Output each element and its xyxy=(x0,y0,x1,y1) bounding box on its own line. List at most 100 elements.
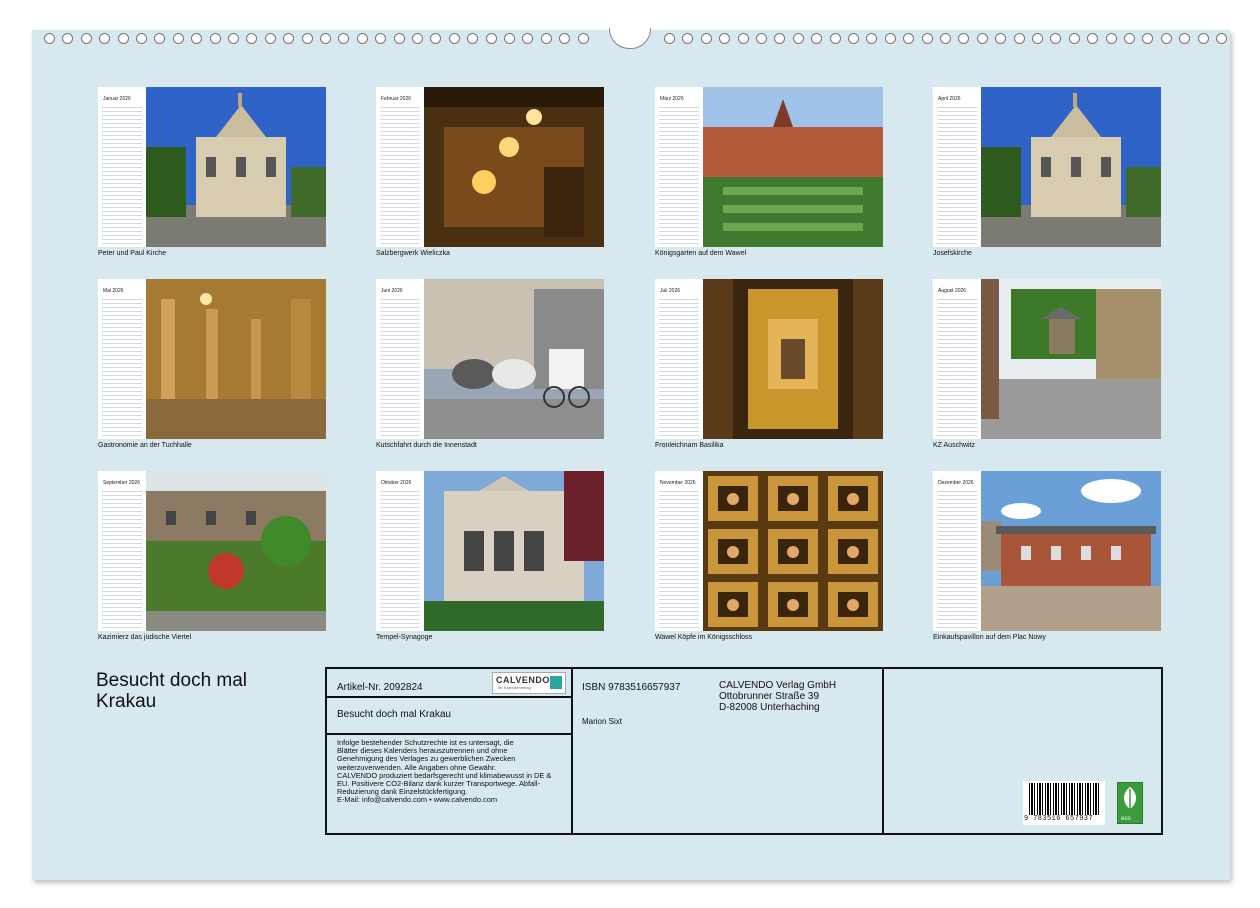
binding-hole xyxy=(467,33,479,44)
binding-hole xyxy=(884,33,896,44)
month-tile: Mai 2026 Gastronomie an der Tuchhalle xyxy=(98,279,329,454)
calendar-title: Besucht doch mal Krakau xyxy=(96,670,247,712)
month-tile: August 2026 KZ Auschwitz xyxy=(933,279,1164,454)
binding-hole xyxy=(172,33,184,44)
calendar-mark-icon xyxy=(550,676,562,689)
month-tile: Oktober 2026 Tempel-Synagoge xyxy=(376,471,607,646)
month-tile: Dezember 2026 Einkaufspavillon auf dem Pl… xyxy=(933,471,1164,646)
binding-hole xyxy=(1087,33,1099,44)
binding-hole xyxy=(338,33,350,44)
binding-hole xyxy=(700,33,712,44)
binding-hole xyxy=(1032,33,1043,44)
photo-caption: Salzbergwerk Wieliczka xyxy=(376,250,450,257)
barcode: 9 783516 657937 xyxy=(1023,781,1105,825)
binding-hole xyxy=(80,33,92,44)
month-calendar: April 2026 xyxy=(933,87,981,247)
ceiling-heads-photo xyxy=(703,471,883,631)
author: Marion Sixt xyxy=(582,717,623,726)
binding-hole xyxy=(485,33,497,44)
binding-hole xyxy=(375,33,387,44)
pavilion-photo xyxy=(981,471,1161,631)
binding-hole xyxy=(811,33,823,44)
binding-hole xyxy=(136,33,147,44)
binding-hole xyxy=(62,33,74,44)
binding-hole xyxy=(682,33,694,44)
binding-hole xyxy=(792,33,804,44)
altar-photo xyxy=(703,279,883,439)
month-calendar: Februar 2026 xyxy=(376,87,424,247)
title-line-1: Besucht doch mal xyxy=(96,670,248,691)
article-number: Artikel-Nr. 2092824 xyxy=(337,682,423,693)
arcade-photo xyxy=(146,279,326,439)
church-photo xyxy=(146,87,326,247)
binding-hole xyxy=(577,33,589,44)
month-name: September 2026 xyxy=(103,480,140,486)
garden-photo xyxy=(703,87,883,247)
binding-hole xyxy=(356,33,368,44)
month-name: August 2026 xyxy=(938,288,967,294)
binding-hole xyxy=(393,33,405,44)
publisher-street: Ottobrunner Straße 39 xyxy=(719,691,820,702)
binding-hole xyxy=(1124,33,1135,44)
binding-hole xyxy=(774,33,786,44)
month-calendar: September 2026 xyxy=(98,471,146,631)
month-name: Februar 2026 xyxy=(381,96,412,102)
month-calendar: Dezember 2026 xyxy=(933,471,981,631)
binding-hole xyxy=(228,33,239,44)
day-lines xyxy=(380,296,420,436)
info-box: Artikel-Nr. 2092824 CALVENDO Ihr Kalende… xyxy=(325,667,1163,835)
month-calendar: Januar 2026 xyxy=(98,87,146,247)
month-name: Dezember 2026 xyxy=(938,480,974,486)
day-lines xyxy=(659,488,699,628)
photo-caption: Königsgarten auf dem Wawel xyxy=(655,250,747,257)
month-tile: März 2026 Königsgarten auf dem Wawel xyxy=(655,87,886,262)
day-lines xyxy=(659,104,699,244)
month-tile: Juli 2026 Fronleichnam Basilika xyxy=(655,279,886,454)
month-name: Mai 2026 xyxy=(103,288,124,294)
day-lines xyxy=(102,296,142,436)
photo-caption: Kutschfahrt durch die Innenstadt xyxy=(376,442,477,449)
product-title: Besucht doch mal Krakau xyxy=(337,709,451,720)
binding-hole xyxy=(903,33,915,44)
month-calendar: November 2026 xyxy=(655,471,703,631)
day-lines xyxy=(380,488,420,628)
month-name: März 2026 xyxy=(660,96,684,102)
binding-hole xyxy=(664,33,675,44)
month-tile: November 2026 Wawel Köpfe im Königsschlos… xyxy=(655,471,886,646)
binding-hole xyxy=(1105,33,1117,44)
binding-hole xyxy=(1160,33,1172,44)
binding-hole xyxy=(848,33,859,44)
month-name: April 2026 xyxy=(938,96,961,102)
photo-caption: Josefskirche xyxy=(933,250,972,257)
photo-caption: Kazimierz das jüdische Viertel xyxy=(98,634,192,641)
photo-caption: Gastronomie an der Tuchhalle xyxy=(98,442,192,449)
salt-mine-photo xyxy=(424,87,604,247)
binding-hole xyxy=(412,33,423,44)
photo-caption: KZ Auschwitz xyxy=(933,442,976,449)
day-lines xyxy=(937,488,977,628)
publisher-address: CALVENDO Verlag GmbH Ottobrunner Straße … xyxy=(719,680,836,713)
day-lines xyxy=(937,296,977,436)
day-lines xyxy=(380,104,420,244)
barcode-bars xyxy=(1029,783,1101,815)
binding-hole xyxy=(154,33,166,44)
photo-caption: Wawel Köpfe im Königsschloss xyxy=(655,634,753,641)
eco-badge: eco xyxy=(1117,782,1143,824)
barcode-number: 9 783516 657937 xyxy=(1024,815,1094,823)
divider xyxy=(571,669,573,833)
month-calendar: Oktober 2026 xyxy=(376,471,424,631)
divider xyxy=(327,733,571,735)
binding-hole xyxy=(940,33,951,44)
binding-hole xyxy=(1179,33,1191,44)
title-line-2: Krakau xyxy=(96,691,157,712)
month-calendar: Mai 2026 xyxy=(98,279,146,439)
binding-hole xyxy=(301,33,313,44)
day-lines xyxy=(102,488,142,628)
month-name: Juli 2026 xyxy=(660,288,681,294)
church-photo xyxy=(981,87,1161,247)
month-tile: September 2026 Kazimierz das jüdische Vie… xyxy=(98,471,329,646)
binding-hole xyxy=(1068,33,1080,44)
legal-notice: Infolge bestehender Schutzrechte ist es … xyxy=(337,738,551,805)
synagogue-photo xyxy=(424,471,604,631)
divider xyxy=(882,669,884,833)
